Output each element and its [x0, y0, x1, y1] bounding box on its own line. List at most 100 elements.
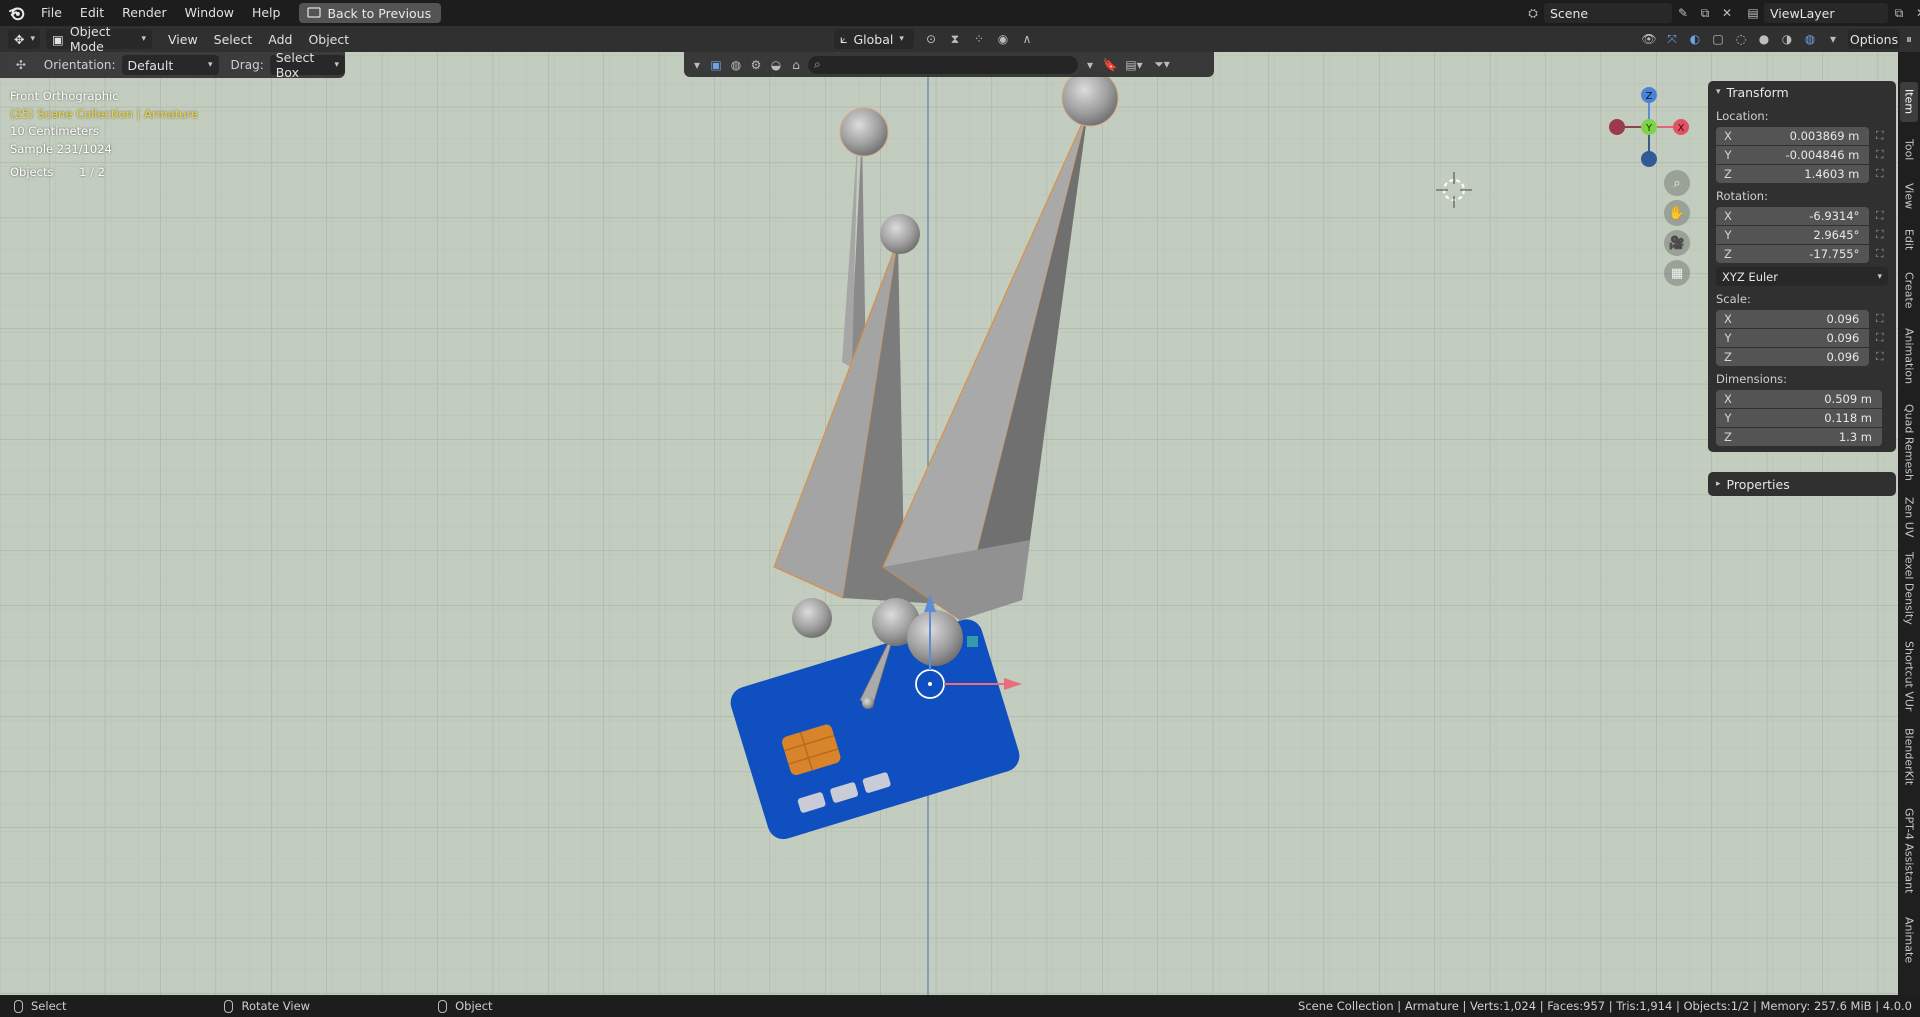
- properties-panel-header[interactable]: ▸ Properties: [1708, 472, 1896, 496]
- transform-orientation-dropdown[interactable]: ⟀ Global ▾: [834, 29, 914, 49]
- lock-icon[interactable]: ⛶: [1871, 129, 1888, 143]
- menu-view[interactable]: View: [160, 32, 206, 47]
- menu-help[interactable]: Help: [243, 0, 290, 26]
- camera-filter-icon[interactable]: ⌂: [788, 55, 804, 75]
- move-tool-icon[interactable]: ✣: [10, 55, 32, 75]
- lock-icon[interactable]: ⛶: [1871, 312, 1888, 326]
- close-scene-icon[interactable]: ✕: [1716, 3, 1738, 23]
- objects-count: Objects 1 / 2: [10, 164, 198, 182]
- solid-shading-icon[interactable]: ●: [1753, 29, 1775, 49]
- snap-icon[interactable]: ⧗: [944, 29, 966, 49]
- mouse-right-icon: [438, 999, 448, 1013]
- drag-dropdown[interactable]: Select Box ▾: [269, 50, 345, 80]
- tab-zen-uv[interactable]: Zen UV: [1900, 492, 1918, 542]
- viewlayer-name-field[interactable]: ViewLayer: [1764, 3, 1888, 23]
- zoom-icon[interactable]: ⌕: [1664, 170, 1690, 196]
- material-shading-icon[interactable]: ◑: [1776, 29, 1798, 49]
- material-filter-icon[interactable]: ◍: [728, 55, 744, 75]
- tab-blenderkit[interactable]: BlenderKit: [1900, 722, 1918, 792]
- filter-icon[interactable]: ⏷▾: [1150, 55, 1174, 75]
- tab-edit[interactable]: Edit: [1900, 222, 1918, 258]
- chevron-down-icon[interactable]: ▾: [1082, 55, 1098, 75]
- editor-type-dropdown[interactable]: ✥ ▾: [8, 29, 40, 49]
- menu-file[interactable]: File: [32, 0, 71, 26]
- lock-icon[interactable]: ⛶: [1871, 247, 1888, 261]
- tab-tool[interactable]: Tool: [1900, 130, 1918, 170]
- tab-view[interactable]: View: [1900, 176, 1918, 216]
- mesh-filter-icon[interactable]: ▣: [708, 55, 724, 75]
- blender-logo-icon[interactable]: [8, 4, 26, 22]
- camera-icon[interactable]: 🎥: [1664, 230, 1690, 256]
- back-to-previous-button[interactable]: Back to Previous: [299, 3, 442, 23]
- ortho-grid-icon[interactable]: ▦: [1664, 260, 1690, 286]
- tab-texel-density[interactable]: Texel Density: [1900, 546, 1918, 630]
- close-viewlayer-icon[interactable]: ✕: [1910, 3, 1920, 23]
- dimensions-y-field[interactable]: Y 0.118 m: [1716, 408, 1882, 427]
- scale-y-field[interactable]: Y 0.096: [1716, 328, 1870, 347]
- location-x-field[interactable]: X 0.003869 m: [1716, 126, 1870, 145]
- xray-icon[interactable]: ▢: [1707, 29, 1729, 49]
- menu-select[interactable]: Select: [206, 32, 261, 47]
- chevron-down-icon[interactable]: ▾: [690, 55, 704, 75]
- scale-z-field[interactable]: Z 0.096: [1716, 347, 1870, 366]
- search-input[interactable]: ⌕: [808, 55, 1078, 74]
- tab-animation[interactable]: Animation: [1900, 320, 1918, 392]
- rotation-mode-dropdown[interactable]: XYZ Euler ▾: [1716, 267, 1888, 286]
- lock-icon[interactable]: ⛶: [1871, 148, 1888, 162]
- menu-window[interactable]: Window: [176, 0, 243, 26]
- lock-icon[interactable]: ⛶: [1871, 209, 1888, 223]
- visibility-icon[interactable]: 👁: [1638, 29, 1660, 49]
- menu-add[interactable]: Add: [260, 32, 300, 47]
- duplicate-scene-icon[interactable]: ⧉: [1694, 3, 1716, 23]
- location-z-field[interactable]: Z 1.4603 m: [1716, 164, 1870, 183]
- location-label: Location:: [1716, 109, 1769, 123]
- pan-hand-icon[interactable]: ✋: [1664, 200, 1690, 226]
- viewlayer-icon[interactable]: ▤: [1742, 3, 1764, 23]
- rendered-shading-icon[interactable]: ◍: [1799, 29, 1821, 49]
- shading-options-icon[interactable]: ▾: [1822, 29, 1844, 49]
- rotation-y-field[interactable]: Y 2.9645°: [1716, 225, 1870, 244]
- scale-x-field[interactable]: X 0.096: [1716, 309, 1870, 328]
- dimensions-z-field[interactable]: Z 1.3 m: [1716, 427, 1882, 446]
- lock-icon[interactable]: ⛶: [1871, 331, 1888, 345]
- overlay-icon[interactable]: ◐: [1684, 29, 1706, 49]
- options-dropdown[interactable]: Options: [1848, 29, 1900, 49]
- scene-name-field[interactable]: Scene: [1544, 3, 1672, 23]
- snap-target-icon[interactable]: ⁘: [968, 29, 990, 49]
- lock-icon[interactable]: ⛶: [1871, 167, 1888, 181]
- rotation-z-field[interactable]: Z -17.755°: [1716, 244, 1870, 263]
- bookmark-icon[interactable]: 🔖: [1102, 55, 1118, 75]
- dimensions-x-field[interactable]: X 0.509 m: [1716, 389, 1882, 408]
- pivot-icon[interactable]: ⊙: [920, 29, 942, 49]
- light-filter-icon[interactable]: ⚙: [748, 55, 764, 75]
- lock-icon[interactable]: ⛶: [1871, 350, 1888, 364]
- gizmo-icon[interactable]: ⤧: [1661, 29, 1683, 49]
- transform-title: Transform: [1726, 84, 1789, 100]
- tab-animate[interactable]: Animate: [1900, 910, 1918, 970]
- location-y-field[interactable]: Y -0.004846 m: [1716, 145, 1870, 164]
- objects-value: 1 / 2: [79, 165, 105, 179]
- tab-gpt4-assistant[interactable]: GPT-4 Assistant: [1900, 796, 1918, 906]
- duplicate-viewlayer-icon[interactable]: ⧉: [1888, 3, 1910, 23]
- scene-icon[interactable]: ⛭: [1522, 3, 1544, 23]
- proportional-edit-icon[interactable]: ◉: [992, 29, 1014, 49]
- falloff-icon[interactable]: ∧: [1016, 29, 1038, 49]
- menu-edit[interactable]: Edit: [71, 0, 113, 26]
- mode-dropdown[interactable]: ▣ Object Mode ▾: [46, 24, 152, 54]
- transform-panel-header[interactable]: ▾ Transform: [1708, 81, 1896, 103]
- tab-quad-remesh[interactable]: Quad Remesh: [1900, 396, 1918, 488]
- menu-object[interactable]: Object: [300, 32, 357, 47]
- sort-icon[interactable]: ▤▾: [1122, 55, 1146, 75]
- pin-icon[interactable]: ✎: [1672, 3, 1694, 23]
- tab-item[interactable]: Item: [1900, 82, 1918, 122]
- tab-create[interactable]: Create: [1900, 264, 1918, 316]
- pause-render-icon[interactable]: ⏸: [1898, 29, 1920, 49]
- wireframe-shading-icon[interactable]: ◌: [1730, 29, 1752, 49]
- menu-render[interactable]: Render: [113, 0, 176, 26]
- 3d-viewport[interactable]: Z X Y Front Orthographic (25) Scene Coll…: [0, 52, 1898, 995]
- orientation-dropdown[interactable]: Default ▾: [121, 55, 219, 75]
- rotation-x-field[interactable]: X -6.9314°: [1716, 206, 1870, 225]
- world-filter-icon[interactable]: ◒: [768, 55, 784, 75]
- lock-icon[interactable]: ⛶: [1871, 228, 1888, 242]
- tab-shortcut-vur[interactable]: Shortcut VUr: [1900, 634, 1918, 718]
